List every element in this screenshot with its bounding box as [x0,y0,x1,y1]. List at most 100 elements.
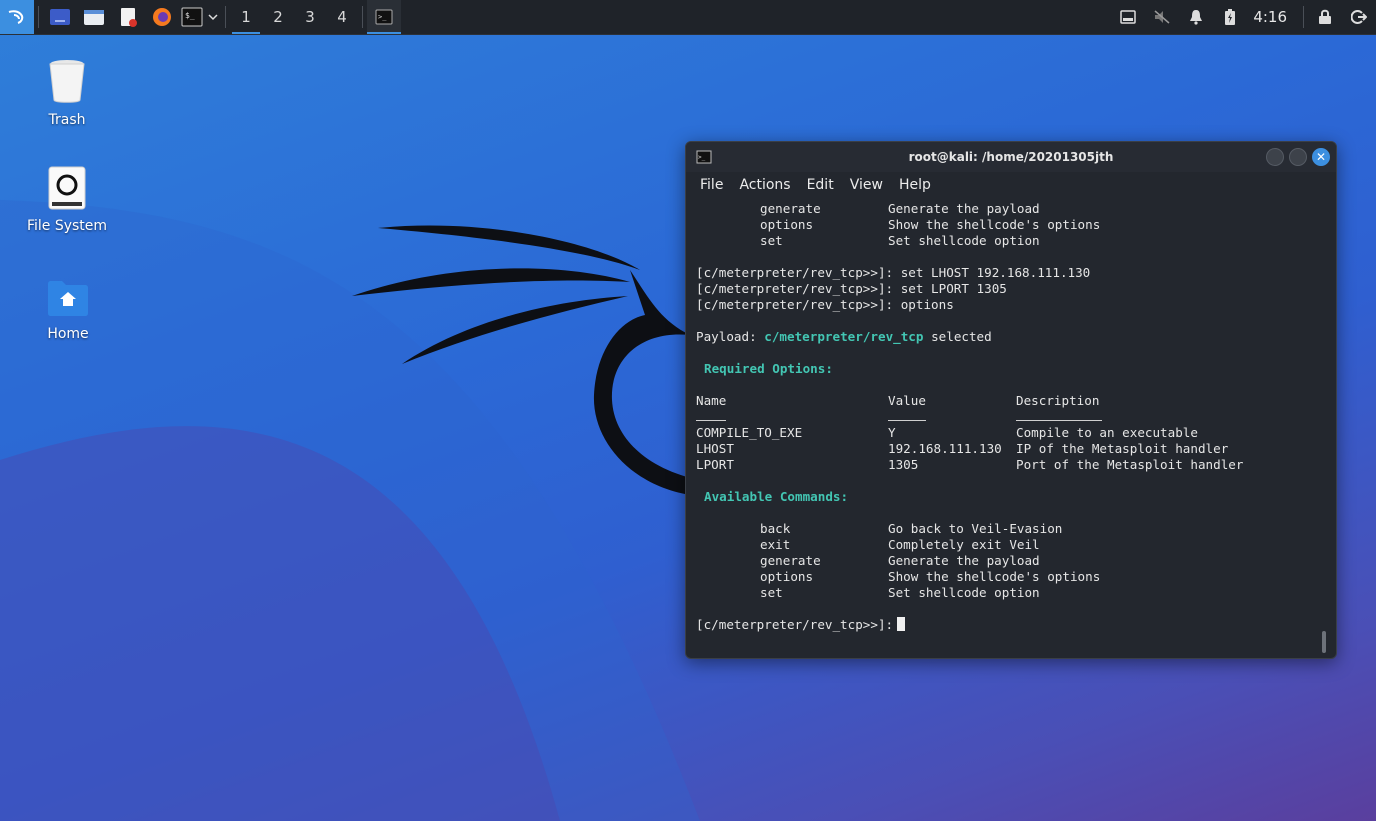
desktop-icon-file-system[interactable]: File System [12,166,122,234]
command-name: options [760,217,814,232]
required-options-header: Required Options: [704,361,833,376]
available-commands-header: Available Commands: [704,489,849,504]
command-description: Set shellcode option [888,233,1040,248]
display-icon [1120,10,1137,24]
desktop-icon-home[interactable]: Home [13,278,123,342]
panel-separator [38,6,39,28]
window-titlebar[interactable]: >_ root@kali: /home/20201305jth ✕ [686,142,1336,172]
file-manager-launcher[interactable] [77,0,111,34]
command-description: Set shellcode option [888,585,1040,600]
kali-dragon-icon [8,10,24,24]
column-header-description: Description [1016,393,1100,408]
command-name: back [760,521,791,536]
option-description: IP of the Metasploit handler [1016,441,1229,456]
command-description: Go back to Veil-Evasion [888,521,1063,536]
options-underline-row [696,409,1318,425]
terminal-scrollbar[interactable] [1322,631,1326,653]
command-name: generate [760,553,821,568]
column-header-name: Name [696,393,727,408]
command-description: Generate the payload [888,201,1040,216]
chevron-down-icon [208,14,218,21]
command-row: options Show the shellcode's options [696,569,1318,585]
kali-menu-button[interactable] [0,0,34,34]
menu-view[interactable]: View [850,177,883,193]
option-name: LPORT [696,457,734,472]
lock-screen-button[interactable] [1308,0,1342,34]
payload-line: Payload: c/meterpreter/rev_tcp selected [696,329,1318,345]
menu-file[interactable]: File [700,177,723,193]
firefox-launcher[interactable] [145,0,179,34]
menu-help[interactable]: Help [899,177,931,193]
command-row: generate Generate the payload [696,201,1318,217]
command-row: exit Completely exit Veil [696,537,1318,553]
command-name: set [760,585,783,600]
command-row: options Show the shellcode's options [696,217,1318,233]
command-description: Show the shellcode's options [888,569,1101,584]
option-value: 192.168.111.130 [888,441,1002,456]
firefox-icon [153,8,171,26]
home-folder-icon [48,281,88,316]
menu-actions[interactable]: Actions [739,177,790,193]
command-description: Completely exit Veil [888,537,1040,552]
text-editor-icon [121,8,137,27]
column-header-value: Value [888,393,926,408]
text-editor-launcher[interactable] [111,0,145,34]
logout-icon [1351,10,1367,24]
desktop-launcher[interactable] [43,0,77,34]
desktop-icon-label: Trash [48,112,86,128]
panel-separator [1303,6,1304,28]
workspace-2[interactable]: 2 [262,0,294,34]
command-row: back Go back to Veil-Evasion [696,521,1318,537]
command-name: set [760,233,783,248]
maximize-button[interactable] [1289,148,1307,166]
option-description: Port of the Metasploit handler [1016,457,1244,472]
terminal-menubar: File Actions Edit View Help [686,172,1336,198]
terminal-window[interactable]: >_ root@kali: /home/20201305jth ✕ File A… [685,141,1337,659]
desktop-icon-label: Home [47,326,89,342]
command-name: generate [760,201,821,216]
close-icon: ✕ [1315,150,1327,164]
option-row: LHOST 192.168.111.130 IP of the Metasploit… [696,441,1318,457]
close-button[interactable]: ✕ [1312,148,1330,166]
volume-muted-icon [1154,10,1170,24]
terminal-launcher[interactable]: $_ [179,0,205,34]
clock[interactable]: 4:16 [1247,8,1299,26]
desktop-icon-label: File System [26,218,108,234]
history-line: [c/meterpreter/rev_tcp>>]: set LHOST 192… [696,265,1091,280]
display-tray-button[interactable] [1111,0,1145,34]
workspace-1[interactable]: 1 [230,0,262,34]
prompt-line[interactable]: [c/meterpreter/rev_tcp>>]: [696,617,1318,633]
command-row: generate Generate the payload [696,553,1318,569]
bell-icon [1190,10,1203,25]
battery-tray-button[interactable] [1213,0,1247,34]
terminal-icon: $_ [181,7,203,27]
option-name: COMPILE_TO_EXE [696,425,803,440]
terminal-output[interactable]: generate Generate the payload options Show… [696,201,1318,658]
prompt: [c/meterpreter/rev_tcp>>]: [696,617,894,632]
panel-separator [362,6,363,28]
payload-prefix: Payload: [696,329,765,344]
volume-tray-button[interactable] [1145,0,1179,34]
text-cursor [897,617,906,631]
workspace-3[interactable]: 3 [294,0,326,34]
desktop-icon [50,9,70,25]
svg-text:$_: $_ [185,11,195,20]
payload-suffix: selected [923,329,992,344]
workspace-4[interactable]: 4 [326,0,358,34]
battery-charging-icon [1225,9,1236,25]
payload-name: c/meterpreter/rev_tcp [764,329,924,344]
desktop-icon-trash[interactable]: Trash [12,58,122,128]
command-row: set Set shellcode option [696,585,1318,601]
command-name: exit [760,537,791,552]
notifications-tray-button[interactable] [1179,0,1213,34]
minimize-button[interactable] [1266,148,1284,166]
hard-drive-icon [48,166,86,210]
menu-edit[interactable]: Edit [807,177,834,193]
logout-button[interactable] [1342,0,1376,34]
taskbar-terminal-window[interactable]: >_ [367,0,401,34]
svg-text:>_: >_ [378,13,387,21]
system-tray: 4:16 [1111,0,1376,34]
command-row: set Set shellcode option [696,233,1318,249]
terminal-dropdown-button[interactable] [205,0,221,34]
option-row: COMPILE_TO_EXE Y Compile to an executable [696,425,1318,441]
